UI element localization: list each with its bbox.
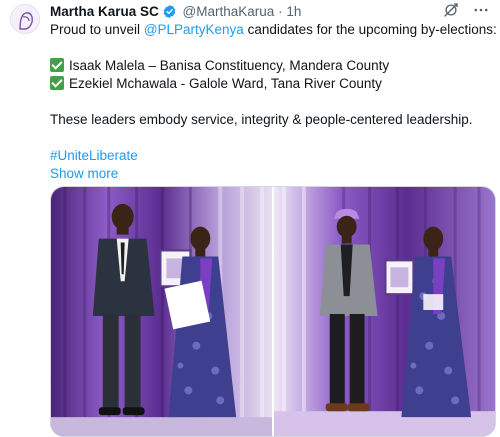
candidate-line: Ezekiel Mchawala - Galole Ward, Tana Riv… [50,75,490,93]
intro-line: Proud to unveil @PLPartyKenya candidates… [50,21,497,39]
hashtag-link[interactable]: #UniteLiberate [50,148,138,163]
show-more-link[interactable]: Show more [50,166,118,181]
closing-line: These leaders embody service, integrity … [50,112,473,127]
photo-2[interactable] [274,187,495,436]
check-icon [50,58,64,72]
tweet[interactable]: Martha Karua SC @MarthaKarua · 1h Proud … [0,0,500,437]
media-grid [50,186,496,437]
candidate-2: Ezekiel Mchawala - Galole Ward, Tana Riv… [69,76,382,91]
timestamp[interactable]: 1h [286,4,301,19]
avatar[interactable] [10,4,40,34]
verified-badge-icon [162,4,177,19]
header-actions [442,2,490,21]
mention-link[interactable]: @PLPartyKenya [144,22,244,37]
tweet-text: Proud to unveil @PLPartyKenya candidates… [50,21,497,183]
candidate-1: Isaak Malela – Banisa Constituency, Mand… [69,58,390,73]
separator: · [278,4,283,19]
author-handle[interactable]: @MarthaKarua [183,4,275,19]
check-icon [50,76,64,90]
intro-prefix: Proud to unveil [50,22,144,37]
tweet-header: Martha Karua SC @MarthaKarua · 1h [50,2,490,21]
candidate-line: Isaak Malela – Banisa Constituency, Mand… [50,57,490,75]
intro-suffix: candidates for the upcoming by-elections… [243,22,497,37]
photo-1[interactable] [51,187,272,436]
author-name[interactable]: Martha Karua SC [50,4,159,19]
